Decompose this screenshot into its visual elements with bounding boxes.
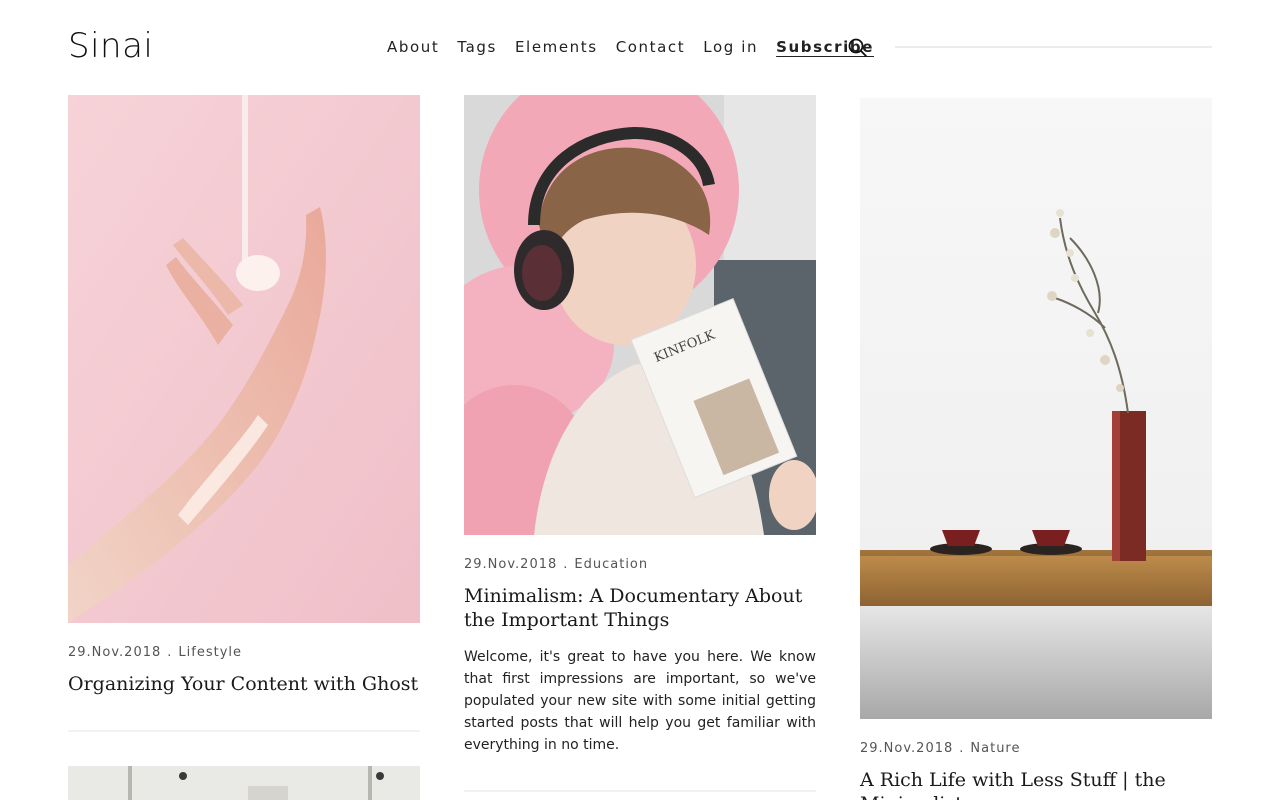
post-image-vase[interactable] [860, 98, 1212, 719]
site-logo[interactable]: Sinai [68, 26, 153, 66]
card-divider [464, 790, 816, 792]
nav-about[interactable]: About [387, 38, 439, 56]
nav-tags[interactable]: Tags [457, 38, 497, 56]
post-meta: 29.Nov.2018. Education [464, 557, 816, 572]
post-card-nature[interactable]: 29.Nov.2018. Nature A Rich Life with Less… [860, 98, 1212, 800]
post-date: 29.Nov.2018 [68, 645, 162, 660]
post-image-hand[interactable] [68, 95, 420, 623]
post-meta: 29.Nov.2018. Lifestyle [68, 645, 420, 660]
search-icon[interactable] [847, 37, 869, 59]
post-title[interactable]: A Rich Life with Less Stuff | the Minima… [860, 768, 1212, 800]
nav-login[interactable]: Log in [703, 38, 758, 56]
post-title[interactable]: Minimalism: A Documentary About the Impo… [464, 584, 816, 632]
post-meta: 29.Nov.2018. Nature [860, 741, 1212, 756]
meta-separator: . [167, 645, 173, 660]
post-category[interactable]: Education [574, 557, 648, 572]
post-category[interactable]: Lifestyle [178, 645, 242, 660]
post-category[interactable]: Nature [970, 741, 1020, 756]
post-card-education[interactable]: KINFOLK 29.Nov.2018. Education Minimalism… [464, 95, 816, 792]
nav-elements[interactable]: Elements [515, 38, 598, 56]
card-divider [68, 730, 420, 732]
site-header: Sinai About Tags Elements Contact Log in… [0, 0, 1280, 95]
post-date: 29.Nov.2018 [464, 557, 558, 572]
meta-separator: . [563, 557, 569, 572]
meta-separator: . [959, 741, 965, 756]
nav-contact[interactable]: Contact [616, 38, 686, 56]
post-card-lifestyle[interactable]: 29.Nov.2018. Lifestyle Organizing Your Co… [68, 95, 420, 732]
post-card-interior[interactable] [68, 766, 420, 800]
search-input-underline[interactable] [895, 46, 1212, 48]
post-image-interior[interactable] [68, 766, 420, 800]
post-date: 29.Nov.2018 [860, 741, 954, 756]
main-nav: About Tags Elements Contact Log in Subsc… [387, 38, 892, 56]
post-excerpt: Welcome, it's great to have you here. We… [464, 649, 816, 753]
post-title[interactable]: Organizing Your Content with Ghost [68, 672, 420, 696]
post-image-headphones[interactable]: KINFOLK [464, 95, 816, 535]
